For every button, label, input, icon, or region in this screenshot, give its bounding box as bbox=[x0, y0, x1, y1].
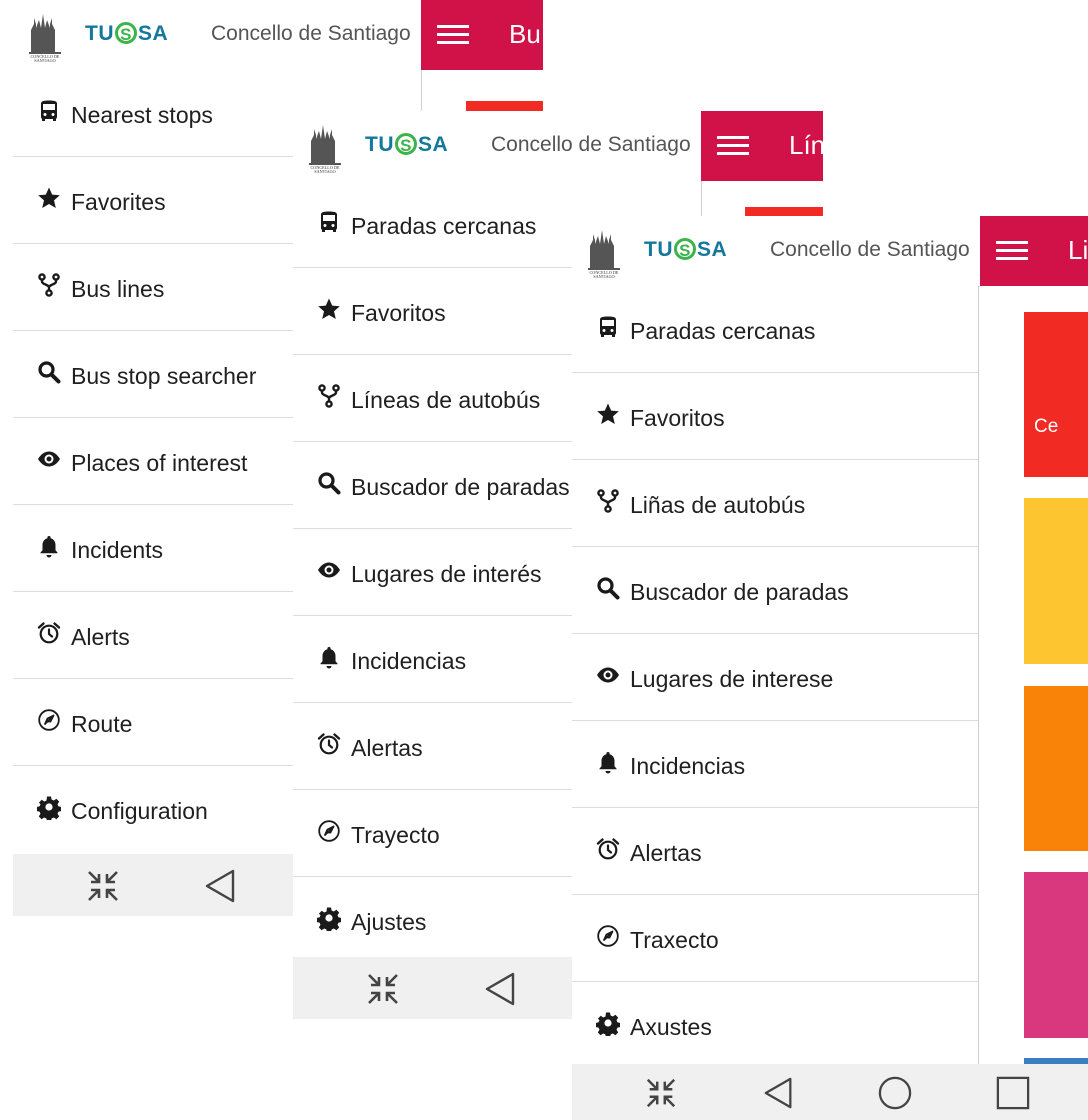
concello-label: Concello de Santiago bbox=[491, 133, 691, 156]
eye-icon bbox=[37, 446, 61, 472]
santiago-crest-logo bbox=[27, 12, 63, 62]
bell-icon bbox=[317, 644, 341, 670]
gear-icon bbox=[596, 1010, 620, 1036]
line-tile-yellow[interactable] bbox=[1024, 498, 1088, 664]
search-icon bbox=[596, 575, 620, 601]
fork-icon bbox=[37, 272, 61, 298]
back-icon[interactable] bbox=[483, 971, 519, 1007]
toolbar-title: Bu bbox=[509, 19, 541, 49]
alarm-clock-icon bbox=[317, 731, 341, 757]
fork-icon bbox=[596, 488, 620, 514]
home-icon[interactable] bbox=[878, 1076, 912, 1110]
star-icon bbox=[317, 296, 341, 322]
menu-item-bus-lines[interactable]: Liñas de autobús bbox=[572, 460, 978, 547]
recents-icon[interactable] bbox=[996, 1076, 1030, 1110]
hamburger-menu-icon[interactable] bbox=[437, 25, 469, 45]
concello-label: Concello de Santiago bbox=[770, 238, 970, 261]
tussa-logo: TU S SA bbox=[85, 22, 169, 45]
menu-item-favorites[interactable]: Favoritos bbox=[572, 373, 978, 460]
bus-icon bbox=[317, 209, 341, 235]
drawer-header: TU S SA Concello de Santiago bbox=[572, 216, 980, 287]
menu-item-settings[interactable]: Axustes bbox=[572, 982, 978, 1068]
santiago-crest-logo bbox=[586, 228, 622, 278]
collapse-icon[interactable] bbox=[85, 868, 121, 904]
menu-item-places-of-interest[interactable]: Lugares de interese bbox=[572, 634, 978, 721]
tussa-logo: TU S SA bbox=[644, 238, 728, 261]
menu-item-incidents[interactable]: Incidencias bbox=[572, 721, 978, 808]
concello-label: Concello de Santiago bbox=[211, 22, 411, 45]
eye-icon bbox=[317, 557, 341, 583]
phone-screen-galician: Li Ce TU S SA Concello de Santiago Paradas… bbox=[572, 216, 1088, 1120]
tussa-logo: TU S SA bbox=[365, 133, 449, 156]
collapse-icon[interactable] bbox=[365, 971, 401, 1007]
eye-icon bbox=[596, 662, 620, 688]
bell-icon bbox=[596, 749, 620, 775]
bus-icon bbox=[596, 314, 620, 340]
menu-item-bus-stop-searcher[interactable]: Buscador de paradas bbox=[572, 547, 978, 634]
bus-icon bbox=[37, 98, 61, 124]
toolbar-title: Lín bbox=[789, 130, 823, 160]
menu-item-alerts[interactable]: Alertas bbox=[572, 808, 978, 895]
line-tile-orange[interactable] bbox=[1024, 686, 1088, 851]
star-icon bbox=[596, 401, 620, 427]
line-tile-pink[interactable] bbox=[1024, 872, 1088, 1038]
menu-item-nearest-stops[interactable]: Paradas cercanas bbox=[572, 286, 978, 373]
fork-icon bbox=[317, 383, 341, 409]
star-icon bbox=[37, 185, 61, 211]
collapse-icon[interactable] bbox=[644, 1076, 678, 1110]
gear-icon bbox=[37, 794, 61, 820]
alarm-clock-icon bbox=[596, 836, 620, 862]
toolbar: Lín bbox=[701, 111, 823, 181]
toolbar: Li bbox=[980, 216, 1088, 286]
search-icon bbox=[37, 359, 61, 385]
gear-icon bbox=[317, 905, 341, 931]
toolbar: Bu bbox=[421, 0, 543, 70]
back-icon[interactable] bbox=[203, 868, 239, 904]
navigation-drawer: Paradas cercanas Favoritos Liñas de auto… bbox=[572, 286, 978, 1068]
alarm-clock-icon bbox=[37, 620, 61, 646]
hamburger-menu-icon[interactable] bbox=[996, 241, 1028, 261]
back-icon[interactable] bbox=[762, 1076, 796, 1110]
system-nav-bar bbox=[572, 1064, 1088, 1120]
search-icon bbox=[317, 470, 341, 496]
drawer-header: TU S SA Concello de Santiago bbox=[293, 111, 701, 182]
line-tile-label: Ce bbox=[1034, 416, 1059, 437]
toolbar-title: Li bbox=[1068, 235, 1088, 265]
hamburger-menu-icon[interactable] bbox=[717, 136, 749, 156]
compass-icon bbox=[37, 707, 61, 733]
compass-icon bbox=[596, 923, 620, 949]
compass-icon bbox=[317, 818, 341, 844]
bell-icon bbox=[37, 533, 61, 559]
line-tile-red[interactable]: Ce bbox=[1024, 312, 1088, 477]
menu-item-route[interactable]: Traxecto bbox=[572, 895, 978, 982]
santiago-crest-logo bbox=[307, 123, 343, 173]
drawer-header: TU S SA Concello de Santiago bbox=[13, 0, 421, 71]
